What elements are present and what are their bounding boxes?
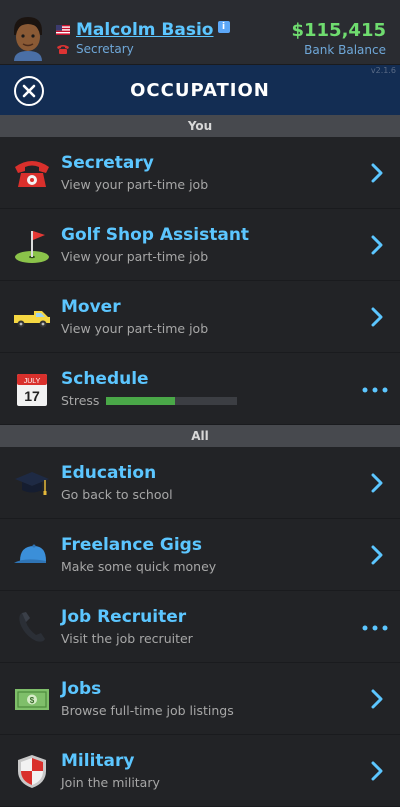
cap-icon [14,544,46,563]
info-icon[interactable]: i [217,21,230,33]
more-options-icon[interactable] [362,387,388,393]
title-bar: OCCUPATION [0,65,400,115]
golf-flag-icon [15,230,49,263]
stress-bar [106,396,238,405]
telephone-small-icon [57,45,69,54]
list-item-jobs[interactable]: $ Jobs Browse full-time job listings [0,663,400,735]
list-item-title: Freelance Gigs [61,535,202,555]
list-item-subtitle: Visit the job recruiter [61,631,193,646]
list-item-subtitle: Make some quick money [61,559,217,574]
graduation-cap-icon [15,471,49,495]
avatar[interactable] [10,15,46,61]
current-job: Secretary [76,42,134,56]
close-button[interactable] [14,76,44,106]
us-flag-icon [56,25,70,35]
bank-balance-label: Bank Balance [304,43,386,57]
more-options-icon[interactable] [362,625,388,631]
list-item-title: Jobs [61,679,102,699]
svg-text:17: 17 [24,388,40,404]
stress-label: Stress [61,393,100,408]
list-item-education[interactable]: Education Go back to school [0,447,400,519]
phone-receiver-icon [19,611,45,642]
list-item-title: Secretary [61,153,154,173]
chevron-right-icon [371,473,383,493]
stress-meter: Stress [61,393,400,408]
shield-icon [18,754,46,788]
section-header-you: You [0,115,400,137]
pickup-truck-icon [14,310,50,327]
list-item-military[interactable]: Military Join the military [0,735,400,807]
list-item-title: Job Recruiter [61,607,187,627]
close-icon [22,84,36,98]
list-item-schedule[interactable]: JULY 17 Schedule Stress [0,353,400,425]
section-header-all: All [0,425,400,447]
list-item-secretary[interactable]: Secretary View your part-time job [0,137,400,209]
calendar-icon: JULY 17 [17,373,47,406]
current-job-row: Secretary [56,42,134,56]
money-icon: $ [15,688,49,710]
list-item-title: Mover [61,297,121,317]
bank-balance: $115,415 [291,20,386,41]
list-item-mover[interactable]: Mover View your part-time job [0,281,400,353]
telephone-icon [15,160,49,187]
svg-text:$: $ [30,696,35,705]
list-item-title: Schedule [61,369,149,389]
list-item-golf-shop-assistant[interactable]: Golf Shop Assistant View your part-time … [0,209,400,281]
player-name[interactable]: Malcolm Basio [76,20,214,40]
list-item-title: Education [61,463,157,483]
version-label: v2.1.6 [370,66,396,75]
svg-text:JULY: JULY [24,378,41,385]
list-item-subtitle: Join the military [61,775,160,790]
list-item-title: Golf Shop Assistant [61,225,250,245]
chevron-right-icon [371,761,383,781]
list-item-job-recruiter[interactable]: Job Recruiter Visit the job recruiter [0,591,400,663]
list-item-title: Military [61,751,135,771]
list-item-freelance-gigs[interactable]: Freelance Gigs Make some quick money [0,519,400,591]
top-bar: Malcolm Basio i Secretary $115,415 Bank … [0,0,400,65]
page-title: OCCUPATION [130,79,270,101]
stress-bar-fill [106,396,175,405]
chevron-right-icon [371,689,383,709]
chevron-right-icon [371,307,383,327]
list-item-subtitle: View your part-time job [61,321,209,336]
list-item-subtitle: View your part-time job [61,249,209,264]
list-item-subtitle: Go back to school [61,487,173,502]
chevron-right-icon [371,163,383,183]
list-item-subtitle: View your part-time job [61,177,209,192]
player-name-row: Malcolm Basio i [56,20,230,40]
chevron-right-icon [371,545,383,565]
list-item-subtitle: Browse full-time job listings [61,703,234,718]
chevron-right-icon [371,235,383,255]
